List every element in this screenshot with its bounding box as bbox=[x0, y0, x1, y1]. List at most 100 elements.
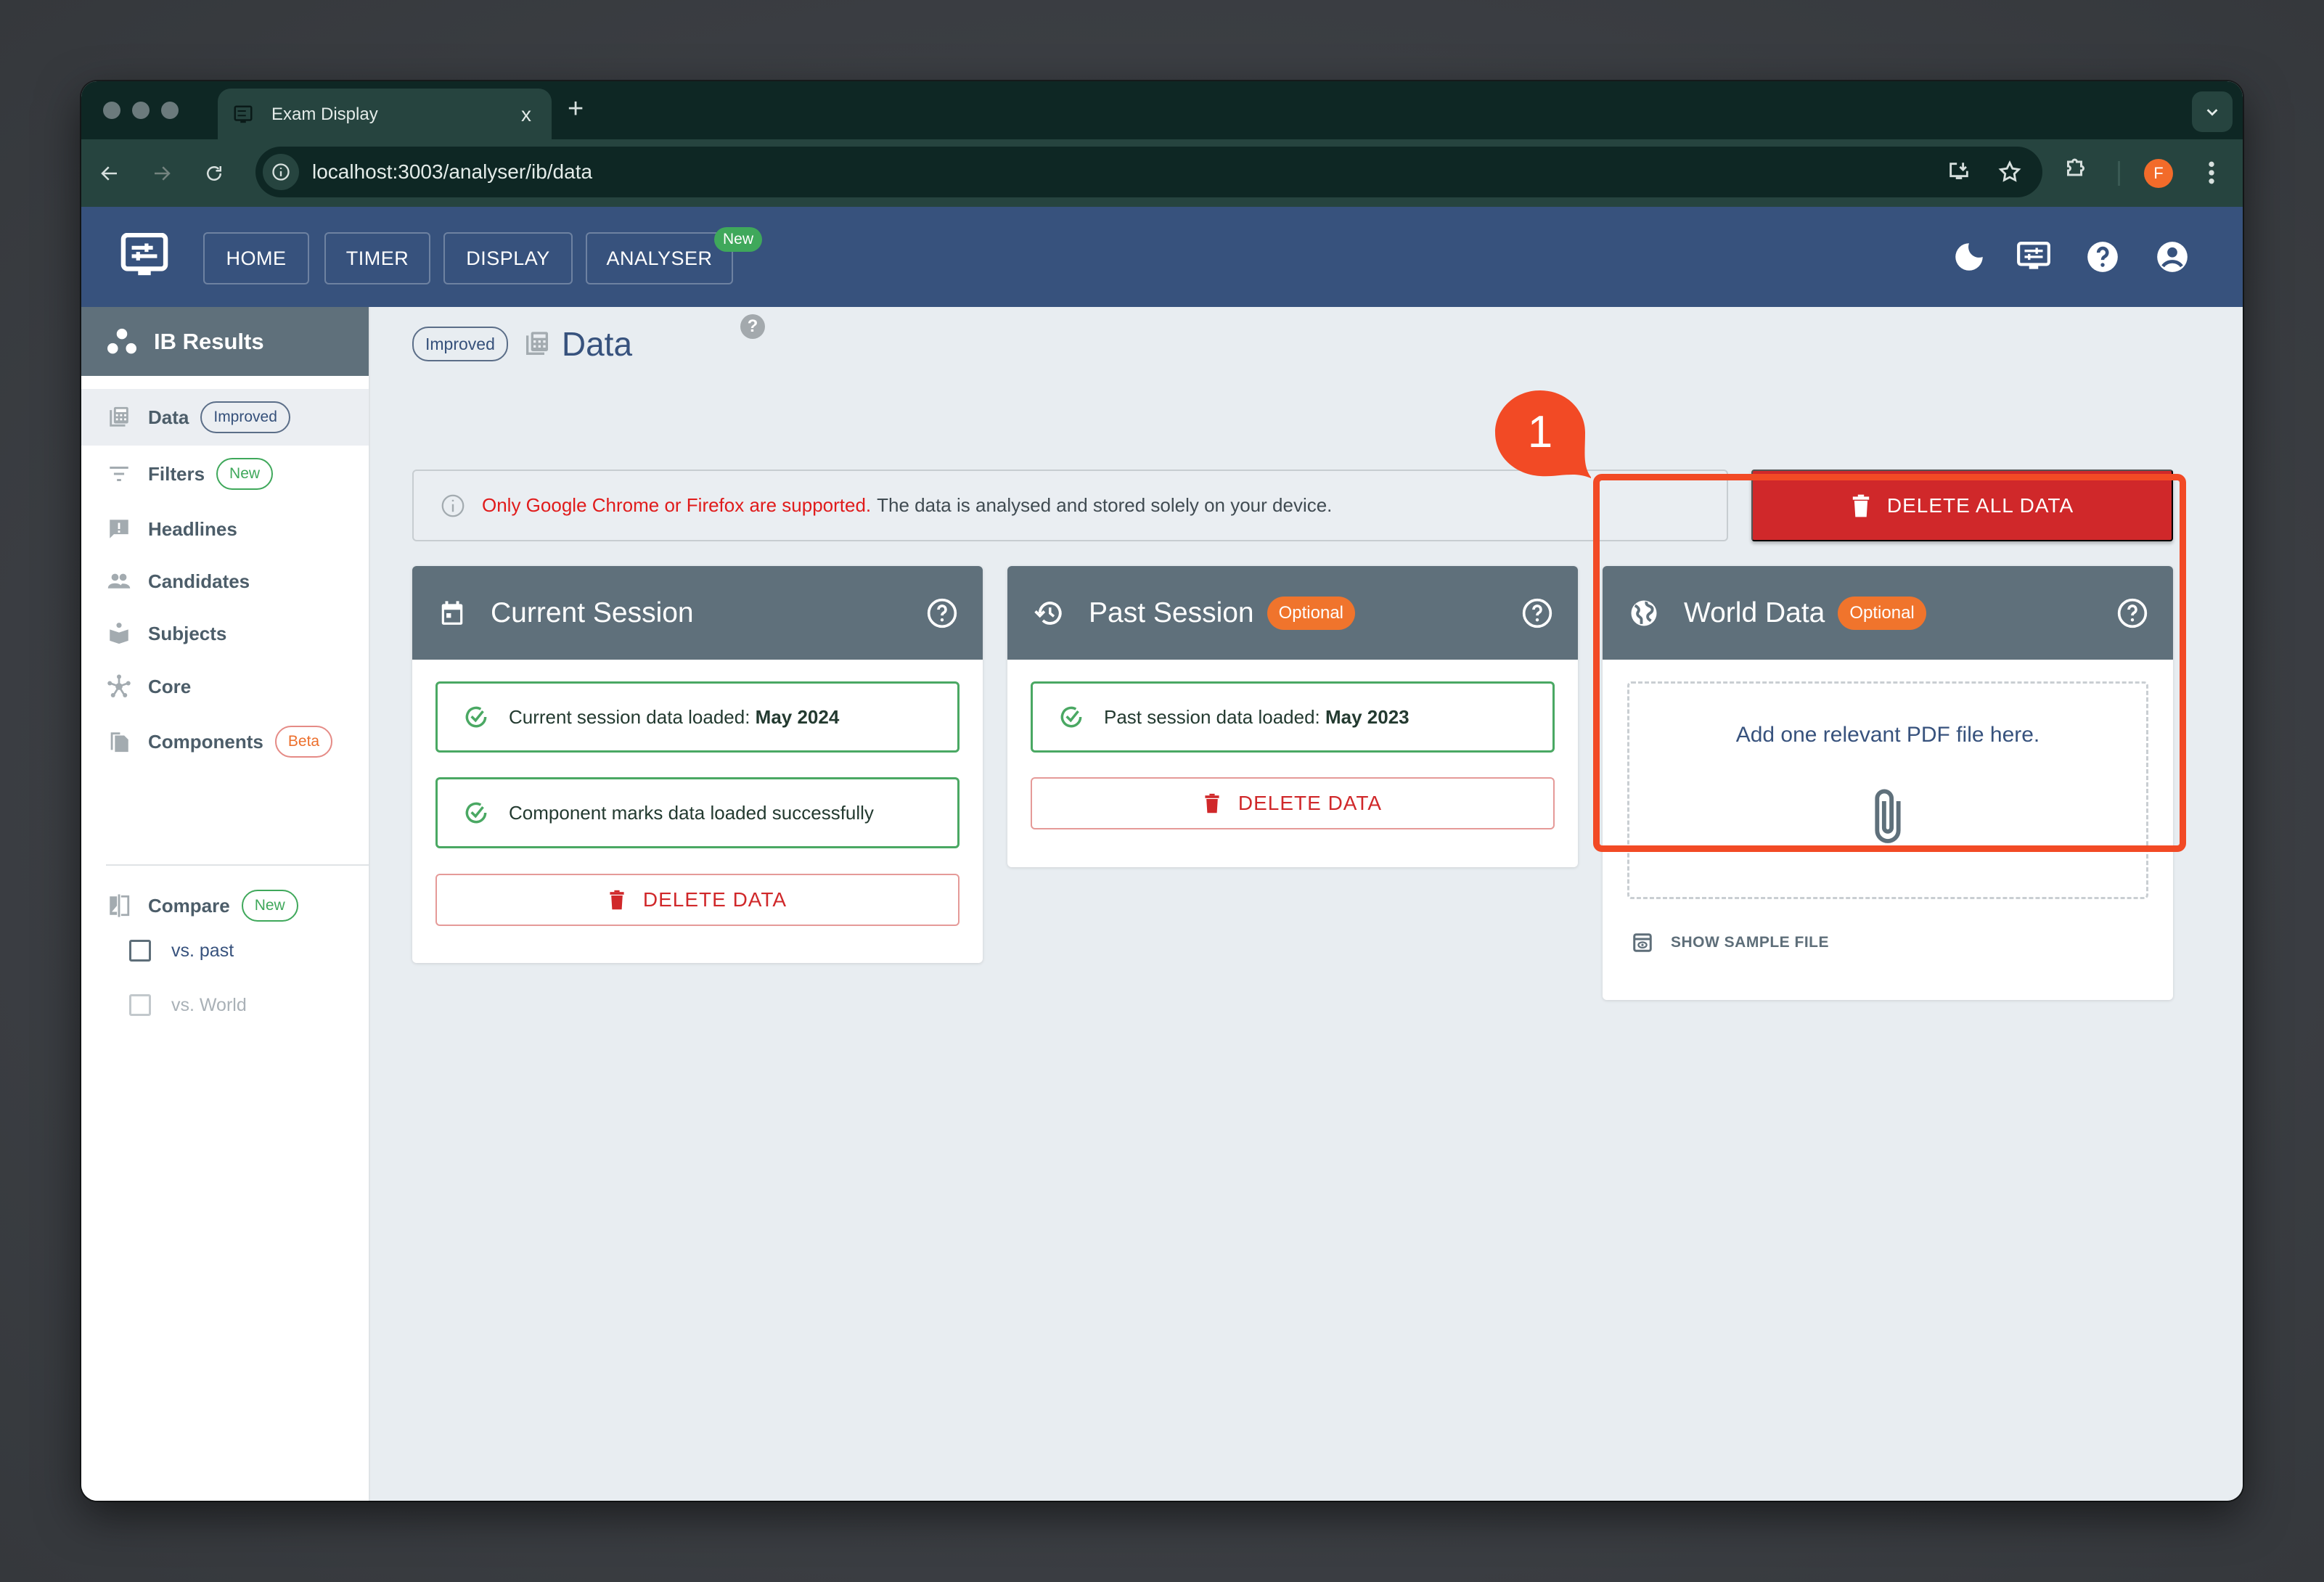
sidebar-divider bbox=[106, 864, 369, 866]
delete-current-data-button[interactable]: DELETE DATA bbox=[435, 874, 960, 926]
sidebar-item-components[interactable]: Components Beta bbox=[81, 713, 369, 770]
sidebar-item-label: Filters bbox=[148, 462, 205, 485]
nav-home-button[interactable]: HOME bbox=[203, 232, 309, 284]
account-icon[interactable] bbox=[2154, 239, 2190, 275]
browser-menu-button[interactable] bbox=[2201, 158, 2222, 187]
sidebar-item-label: Data bbox=[148, 406, 189, 428]
hub-icon bbox=[106, 673, 132, 700]
address-bar[interactable]: localhost:3003/analyser/ib/data bbox=[255, 147, 2042, 197]
new-tab-button[interactable]: + bbox=[568, 94, 584, 123]
arrow-right-icon bbox=[155, 166, 171, 181]
sidebar-title: IB Results bbox=[154, 328, 264, 354]
beta-badge: Beta bbox=[274, 726, 333, 758]
nav-timer-button[interactable]: TIMER bbox=[324, 232, 430, 284]
window-minimize-dot[interactable] bbox=[132, 102, 150, 119]
delete-all-label: DELETE ALL DATA bbox=[1886, 493, 2074, 517]
window-close-dot[interactable] bbox=[103, 102, 120, 119]
tab-strip: Exam Display x + bbox=[81, 81, 2243, 141]
optional-badge: Optional bbox=[1267, 596, 1356, 630]
nav-display-button[interactable]: DISPLAY bbox=[443, 232, 573, 284]
session-date: May 2024 bbox=[755, 705, 840, 728]
status-text: Current session data loaded: May 2024 bbox=[509, 705, 840, 728]
filter-icon bbox=[106, 461, 132, 487]
check-circle-icon bbox=[1060, 706, 1082, 728]
chevron-down-icon bbox=[2206, 109, 2218, 116]
checkbox-label: vs. past bbox=[171, 940, 234, 961]
calculator-icon bbox=[525, 332, 548, 355]
delete-label: DELETE DATA bbox=[1237, 792, 1383, 814]
sidebar-item-headlines[interactable]: Headlines bbox=[81, 501, 369, 557]
new-badge: New bbox=[216, 458, 274, 490]
back-button[interactable] bbox=[91, 155, 128, 192]
display-settings-icon[interactable] bbox=[2016, 239, 2052, 275]
help-circle-icon[interactable] bbox=[926, 597, 958, 629]
checkbox-label: vs. World bbox=[171, 994, 247, 1015]
check-circle-icon bbox=[465, 706, 487, 728]
help-circle-icon[interactable] bbox=[1521, 597, 1553, 629]
sidebar-item-subjects[interactable]: Subjects bbox=[81, 605, 369, 662]
current-session-status: Current session data loaded: May 2024 bbox=[435, 681, 960, 753]
component-marks-status: Component marks data loaded successfully bbox=[435, 777, 960, 848]
people-icon bbox=[106, 568, 132, 594]
optional-badge: Optional bbox=[1838, 596, 1926, 630]
trash-icon bbox=[1852, 494, 1870, 517]
url-text[interactable]: localhost:3003/analyser/ib/data bbox=[312, 160, 1941, 184]
trash-icon bbox=[1205, 793, 1219, 813]
reload-button[interactable] bbox=[196, 155, 232, 192]
compare-vs-past-checkbox[interactable]: vs. past bbox=[129, 940, 234, 962]
checkbox-box[interactable] bbox=[129, 940, 151, 962]
compare-vs-world-checkbox: vs. World bbox=[129, 994, 247, 1016]
sidebar-item-compare[interactable]: Compare New bbox=[81, 877, 369, 934]
help-icon[interactable] bbox=[2084, 239, 2121, 275]
preview-icon bbox=[1633, 933, 1652, 952]
sidebar-item-filters[interactable]: Filters New bbox=[81, 446, 369, 502]
tab-close-icon[interactable]: x bbox=[515, 103, 537, 126]
app-header: HOME TIMER DISPLAY ANALYSER New bbox=[81, 207, 2243, 307]
app-logo-icon[interactable] bbox=[119, 233, 170, 279]
page-heading: Improved Data bbox=[412, 324, 632, 364]
alert-warning-text: Only Google Chrome or Firefox are suppor… bbox=[482, 494, 872, 516]
sidebar-item-data[interactable]: Data Improved bbox=[81, 389, 369, 446]
sidebar-header: IB Results bbox=[81, 307, 369, 376]
browser-support-alert: Only Google Chrome or Firefox are suppor… bbox=[412, 470, 1728, 541]
show-sample-file-button[interactable]: SHOW SAMPLE FILE bbox=[1632, 932, 1829, 954]
forward-button[interactable] bbox=[144, 155, 180, 192]
profile-avatar: F bbox=[2144, 159, 2173, 188]
checkbox-box bbox=[129, 994, 151, 1016]
sidebar-item-label: Candidates bbox=[148, 570, 250, 592]
pdf-dropzone[interactable]: Add one relevant PDF file here. bbox=[1627, 681, 2148, 899]
install-app-icon[interactable] bbox=[1941, 154, 1977, 190]
past-session-status: Past session data loaded: May 2023 bbox=[1031, 681, 1555, 753]
moon-icon[interactable] bbox=[1951, 239, 1987, 275]
sidebar-item-candidates[interactable]: Candidates bbox=[81, 553, 369, 610]
alert-text: The data is analysed and stored solely o… bbox=[877, 494, 1333, 516]
sidebar-item-core[interactable]: Core bbox=[81, 658, 369, 715]
compare-icon bbox=[106, 893, 132, 919]
tab-search-button[interactable] bbox=[2192, 91, 2233, 132]
browser-tab[interactable]: Exam Display x bbox=[218, 89, 552, 141]
history-icon bbox=[1034, 601, 1062, 625]
page-help-icon[interactable]: ? bbox=[740, 314, 765, 339]
more-vert-icon bbox=[2209, 161, 2214, 184]
card-title: Past Session bbox=[1089, 597, 1254, 628]
site-info-icon[interactable] bbox=[263, 154, 299, 190]
tab-title: Exam Display bbox=[271, 104, 378, 124]
delete-all-data-button[interactable]: DELETE ALL DATA bbox=[1751, 470, 2173, 541]
globe-icon bbox=[1631, 600, 1657, 626]
window-zoom-dot[interactable] bbox=[161, 102, 179, 119]
extensions-button[interactable] bbox=[2063, 155, 2089, 181]
sidebar-item-label: Components bbox=[148, 730, 263, 753]
card-title: World Data bbox=[1684, 597, 1825, 628]
delete-past-data-button[interactable]: DELETE DATA bbox=[1031, 777, 1555, 829]
puzzle-icon bbox=[2067, 158, 2084, 176]
arrow-left-icon bbox=[101, 166, 117, 181]
reload-icon bbox=[207, 166, 221, 181]
profile-button[interactable]: F bbox=[2144, 159, 2173, 188]
dropzone-text: Add one relevant PDF file here. bbox=[1735, 723, 2040, 747]
calendar-icon bbox=[441, 600, 463, 625]
improved-badge: Improved bbox=[200, 401, 290, 433]
help-circle-icon[interactable] bbox=[2116, 597, 2148, 629]
nav-analyser-button[interactable]: ANALYSER bbox=[586, 232, 733, 284]
analyser-new-badge: New bbox=[714, 227, 763, 252]
bookmark-star-icon[interactable] bbox=[1992, 154, 2028, 190]
